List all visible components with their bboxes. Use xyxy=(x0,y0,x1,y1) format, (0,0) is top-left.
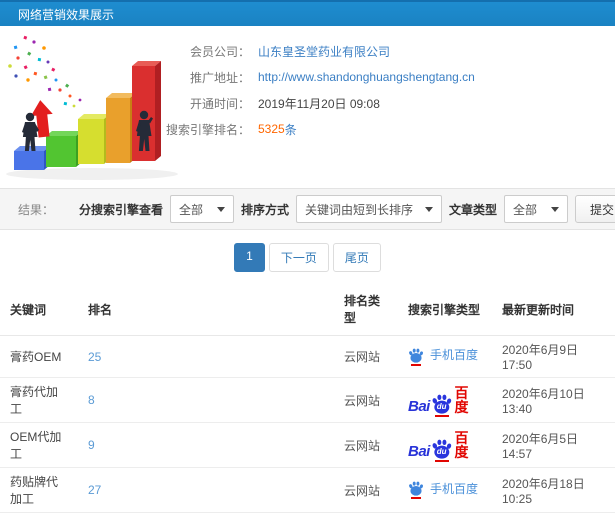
updated-cell: 2020年6月11日 11:18 xyxy=(492,512,615,520)
updated-cell: 2020年6月5日 14:57 xyxy=(492,422,615,468)
info-label: 搜索引擎排名： xyxy=(165,122,250,137)
rank-cell: 1 xyxy=(78,512,334,520)
article-type-label: 文章类型 xyxy=(448,202,497,217)
results-table: 关键词 排名 排名类型 搜索引擎类型 最新更新时间 膏药OEM 25 云网站 手机百度 … xyxy=(0,284,615,520)
column-header: 排名 xyxy=(78,284,334,336)
info-value[interactable]: 山东皇圣堂药业有限公司 xyxy=(258,43,390,60)
rank-type-cell: 云网站 xyxy=(334,512,398,520)
pagination-button[interactable]: 尾页 xyxy=(332,243,381,272)
engine-cell: 手机百度 xyxy=(398,467,492,513)
engine-cell: Baidu百度 xyxy=(398,422,492,468)
rank-cell: 27 xyxy=(78,467,334,513)
info-label: 开通时间： xyxy=(189,96,250,111)
table-row: OEM代加工 9 云网站 Bai du 百度 2020年6月5日 14:57 xyxy=(0,422,615,468)
chevron-down-icon xyxy=(216,206,225,212)
article-type-select[interactable]: 全部 xyxy=(503,195,568,223)
engine-filter-label: 分搜索引擎查看 xyxy=(78,202,163,217)
pagination-button[interactable]: 下一页 xyxy=(268,243,329,272)
filter-bar: 结果： 分搜索引擎查看 全部 排序方式 关键词由短到长排序 文章类型 全部 提交 xyxy=(0,188,615,230)
bar-orange xyxy=(106,93,136,163)
baidu-wordmark: Bai xyxy=(408,398,430,415)
rank-type-cell: 云网站 xyxy=(334,467,398,513)
rank-cell: 8 xyxy=(78,377,334,423)
engine-cell: 手机百度 xyxy=(398,335,492,378)
keyword-cell: 膏药OEM xyxy=(0,335,78,378)
submit-button[interactable]: 提交 xyxy=(574,195,615,223)
keyword-cell: 膏药代加工 xyxy=(0,377,78,423)
rank-link[interactable]: 9 xyxy=(88,438,95,452)
info-row: 开通时间： 2019年11月20日 09:08 xyxy=(150,90,475,116)
chevron-down-icon xyxy=(550,206,559,212)
engine-select[interactable]: 全部 xyxy=(169,195,234,223)
page-title-bar: 网络营销效果展示 xyxy=(0,0,615,26)
info-value[interactable]: http://www.shandonghuangshengtang.cn xyxy=(258,70,475,84)
mobile-baidu-logo: 手机百度 xyxy=(408,348,479,366)
rank-link[interactable]: 8 xyxy=(88,393,95,407)
table-row: 膏药OEM 25 云网站 手机百度 2020年6月9日 17:50 xyxy=(0,335,615,378)
rank-cell: 25 xyxy=(78,335,334,378)
table-row: 药贴牌代加工 27 云网站 手机百度 2020年6月18日 10:25 xyxy=(0,467,615,513)
mobile-baidu-label: 手机百度 xyxy=(430,481,479,496)
account-info: 会员公司： 山东皇圣堂药业有限公司 推广地址： http://www.shand… xyxy=(150,38,475,142)
page-title: 网络营销效果展示 xyxy=(18,7,115,22)
keyword-cell: OEM代加工 xyxy=(0,422,78,468)
info-label: 会员公司： xyxy=(189,44,250,59)
chevron-down-icon xyxy=(424,206,433,212)
pagination-button[interactable]: 1 xyxy=(234,243,265,272)
info-label: 推广地址： xyxy=(189,70,250,85)
rank-link[interactable]: 25 xyxy=(88,350,101,364)
info-value: 2019年11月20日 09:08 xyxy=(258,96,380,111)
updated-cell: 2020年6月18日 10:25 xyxy=(492,467,615,513)
column-header: 最新更新时间 xyxy=(492,284,615,336)
baidu-wordmark: Bai xyxy=(408,443,430,460)
filter-controls: 分搜索引擎查看 全部 排序方式 关键词由短到长排序 文章类型 全部 提交 xyxy=(79,195,615,223)
info-row: 搜索引擎排名： 5325 条 xyxy=(150,116,475,142)
baidu-paw-icon: du xyxy=(431,439,453,462)
sort-select[interactable]: 关键词由短到长排序 xyxy=(295,195,442,223)
bar-yellow xyxy=(78,114,110,164)
info-value: 5325 xyxy=(258,122,285,136)
baidu-logo: Bai du 百度 xyxy=(408,385,482,417)
engine-cell: Baidu百度 xyxy=(398,512,492,520)
rank-cell: 9 xyxy=(78,422,334,468)
hero-section: 会员公司： 山东皇圣堂药业有限公司 推广地址： http://www.shand… xyxy=(0,26,615,188)
updated-cell: 2020年6月10日 13:40 xyxy=(492,377,615,423)
engine-cell: Baidu百度 xyxy=(398,377,492,423)
bar-green xyxy=(46,131,82,167)
pagination: 1 下一页 尾页 xyxy=(0,243,615,272)
engine-select-value: 全部 xyxy=(178,202,203,217)
businessman-left xyxy=(22,112,39,151)
table-body: 膏药OEM 25 云网站 手机百度 2020年6月9日 17:50 膏药代加工 … xyxy=(0,335,615,520)
column-header: 搜索引擎类型 xyxy=(398,284,492,336)
rank-type-cell: 云网站 xyxy=(334,422,398,468)
confetti-decoration xyxy=(8,35,82,108)
baidu-cn-wordmark: 百度 xyxy=(454,430,469,460)
table-row: 北京膏药贴牌 1 云网站 Baidu百度 2020年6月11日 11:18 xyxy=(0,512,615,520)
baidu-paw-icon: du xyxy=(431,394,453,417)
mobile-baidu-logo: 手机百度 xyxy=(408,481,479,499)
baidu-paw-icon xyxy=(408,348,424,366)
info-row: 推广地址： http://www.shandonghuangshengtang.… xyxy=(150,64,475,90)
baidu-paw-icon xyxy=(408,481,424,499)
column-header: 排名类型 xyxy=(334,284,398,336)
result-label: 结果： xyxy=(18,202,55,217)
info-row: 会员公司： 山东皇圣堂药业有限公司 xyxy=(150,38,475,64)
column-header: 关键词 xyxy=(0,284,78,336)
keyword-cell: 药贴牌代加工 xyxy=(0,467,78,513)
rank-type-cell: 云网站 xyxy=(334,335,398,378)
updated-cell: 2020年6月9日 17:50 xyxy=(492,335,615,378)
sort-select-value: 关键词由短到长排序 xyxy=(304,202,413,217)
rank-type-cell: 云网站 xyxy=(334,377,398,423)
baidu-cn-wordmark: 百度 xyxy=(454,385,469,415)
table-row: 膏药代加工 8 云网站 Bai du 百度 2020年6月10日 13:40 xyxy=(0,377,615,423)
mobile-baidu-label: 手机百度 xyxy=(430,348,479,362)
info-suffix: 条 xyxy=(284,122,297,137)
keyword-cell: 北京膏药贴牌 xyxy=(0,512,78,520)
baidu-logo: Bai du 百度 xyxy=(408,430,482,462)
article-type-value: 全部 xyxy=(512,202,537,217)
sort-filter-label: 排序方式 xyxy=(240,202,289,217)
rank-link[interactable]: 27 xyxy=(88,483,101,497)
table-header-row: 关键词 排名 排名类型 搜索引擎类型 最新更新时间 xyxy=(0,284,615,336)
